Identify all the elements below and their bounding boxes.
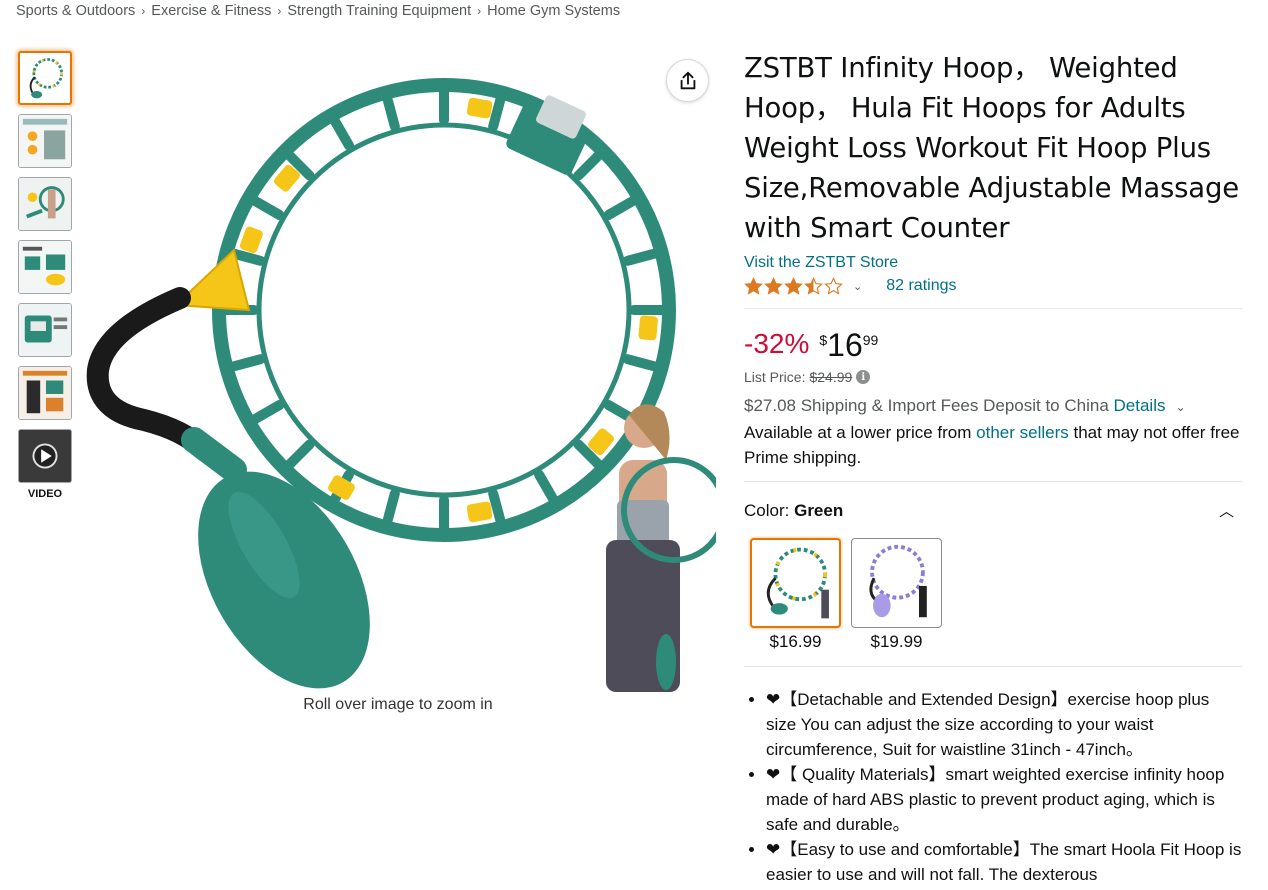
hoop-spoke bbox=[382, 488, 400, 528]
hoop-spoke bbox=[248, 195, 285, 220]
divider bbox=[744, 308, 1242, 309]
color-value: Green bbox=[794, 500, 844, 520]
price-fraction: 99 bbox=[862, 332, 879, 348]
swatch-price: $19.99 bbox=[870, 632, 923, 651]
hoop-spoke bbox=[573, 149, 605, 181]
chevron-down-icon[interactable]: ⌄ bbox=[853, 280, 862, 293]
divider bbox=[744, 481, 1242, 482]
breadcrumb-strength[interactable]: Strength Training Equipment bbox=[287, 3, 471, 19]
color-selector-header[interactable]: Color: Green ︿ bbox=[744, 500, 1242, 521]
hoop-yellow-node bbox=[239, 226, 263, 254]
hoop-spoke bbox=[382, 92, 400, 132]
price-symbol: $ bbox=[819, 332, 828, 348]
hoop-spoke bbox=[622, 354, 662, 372]
availability-text: Available at a lower price from other se… bbox=[744, 420, 1242, 470]
swatch-image bbox=[750, 538, 841, 628]
share-button[interactable] bbox=[666, 59, 709, 102]
product-details: ZSTBT Infinity Hoop， Weighted Hoop， Hula… bbox=[744, 48, 1242, 887]
video-label: VIDEO bbox=[27, 488, 63, 500]
current-price: $16 99 bbox=[819, 327, 878, 363]
hoop-spoke bbox=[329, 114, 354, 151]
list-price-value: $24.99 bbox=[809, 369, 853, 385]
ratings-count-link[interactable]: 82 ratings bbox=[886, 277, 956, 295]
feature-bullet: ❤【Detachable and Extended Design】exercis… bbox=[766, 687, 1242, 762]
main-product-image[interactable] bbox=[84, 40, 716, 696]
share-icon bbox=[680, 71, 695, 89]
hoop-spoke bbox=[603, 195, 640, 220]
shipping-info: $27.08 Shipping & Import Fees Deposit to… bbox=[744, 394, 1242, 419]
discount-percent: -32% bbox=[744, 328, 810, 359]
hoop-spoke bbox=[488, 92, 506, 132]
thumbnail-2[interactable] bbox=[18, 114, 72, 168]
hoop-spoke bbox=[534, 469, 559, 506]
swatch-price: $16.99 bbox=[769, 632, 822, 651]
thumbnail-4[interactable] bbox=[18, 240, 72, 294]
availability-prefix: Available at a lower price from bbox=[744, 423, 972, 442]
shipping-text: $27.08 Shipping & Import Fees Deposit to… bbox=[744, 396, 1109, 415]
star-icon bbox=[764, 276, 783, 295]
star-icon bbox=[824, 276, 843, 295]
thumbnail-1[interactable] bbox=[18, 51, 72, 105]
hoop-spoke bbox=[226, 354, 266, 372]
star-icon bbox=[784, 276, 803, 295]
color-label: Color: bbox=[744, 500, 790, 520]
thumbnail-5[interactable] bbox=[18, 303, 72, 357]
swatch-green[interactable]: $16.99 bbox=[750, 538, 841, 652]
chevron-down-icon[interactable]: ⌄ bbox=[1175, 400, 1185, 414]
breadcrumb-home-gym[interactable]: Home Gym Systems bbox=[487, 3, 620, 19]
star-icon bbox=[804, 276, 823, 295]
product-title: ZSTBT Infinity Hoop， Weighted Hoop， Hula… bbox=[744, 52, 1239, 244]
breadcrumb-sports[interactable]: Sports & Outdoors bbox=[16, 3, 135, 19]
thumbnail-strip: VIDEO bbox=[18, 51, 72, 500]
breadcrumb-exercise[interactable]: Exercise & Fitness bbox=[151, 3, 271, 19]
price-block: -32% $16 99 bbox=[744, 327, 1242, 363]
hoop-yellow-node bbox=[466, 97, 493, 119]
price-whole: 16 bbox=[827, 327, 863, 363]
zoom-hint: Roll over image to zoom in bbox=[303, 696, 493, 713]
breadcrumb-separator: › bbox=[477, 4, 482, 18]
breadcrumb: Sports & Outdoors › Exercise & Fitness › Str… bbox=[16, 3, 620, 19]
hoop-spoke bbox=[283, 439, 315, 471]
feature-bullet: ❤【Easy to use and comfortable】The smart … bbox=[766, 837, 1242, 887]
rating-row: ⌄ 82 ratings bbox=[744, 274, 1242, 298]
divider bbox=[744, 666, 1242, 667]
swatch-purple[interactable]: $19.99 bbox=[851, 538, 942, 652]
chevron-up-icon[interactable]: ︿ bbox=[1219, 500, 1234, 521]
hoop-yellow-node bbox=[466, 501, 493, 523]
thumbnail-3[interactable] bbox=[18, 177, 72, 231]
other-sellers-link[interactable]: other sellers bbox=[976, 423, 1069, 442]
star-icon bbox=[744, 276, 763, 295]
thumbnail-video[interactable] bbox=[18, 429, 72, 483]
list-price-row: List Price: $24.99 i bbox=[744, 369, 1242, 385]
breadcrumb-separator: › bbox=[141, 4, 146, 18]
star-rating[interactable] bbox=[744, 276, 843, 296]
breadcrumb-separator: › bbox=[277, 4, 282, 18]
hoop-spoke bbox=[248, 400, 285, 425]
feature-bullet: ❤【 Quality Materials】smart weighted exer… bbox=[766, 762, 1242, 837]
thumbnail-6[interactable] bbox=[18, 366, 72, 420]
hoop-spoke bbox=[488, 488, 506, 528]
color-swatches: $16.99 $19.99 bbox=[750, 538, 1242, 652]
shipping-details-link[interactable]: Details bbox=[1114, 396, 1166, 415]
store-link[interactable]: Visit the ZSTBT Store bbox=[744, 254, 1242, 272]
feature-bullets: ❤【Detachable and Extended Design】exercis… bbox=[744, 687, 1242, 887]
info-icon[interactable]: i bbox=[856, 370, 871, 384]
list-price-label: List Price: bbox=[744, 369, 806, 385]
swatch-image bbox=[851, 538, 942, 628]
hoop-yellow-node bbox=[638, 315, 658, 341]
hoop-spoke bbox=[622, 248, 662, 266]
